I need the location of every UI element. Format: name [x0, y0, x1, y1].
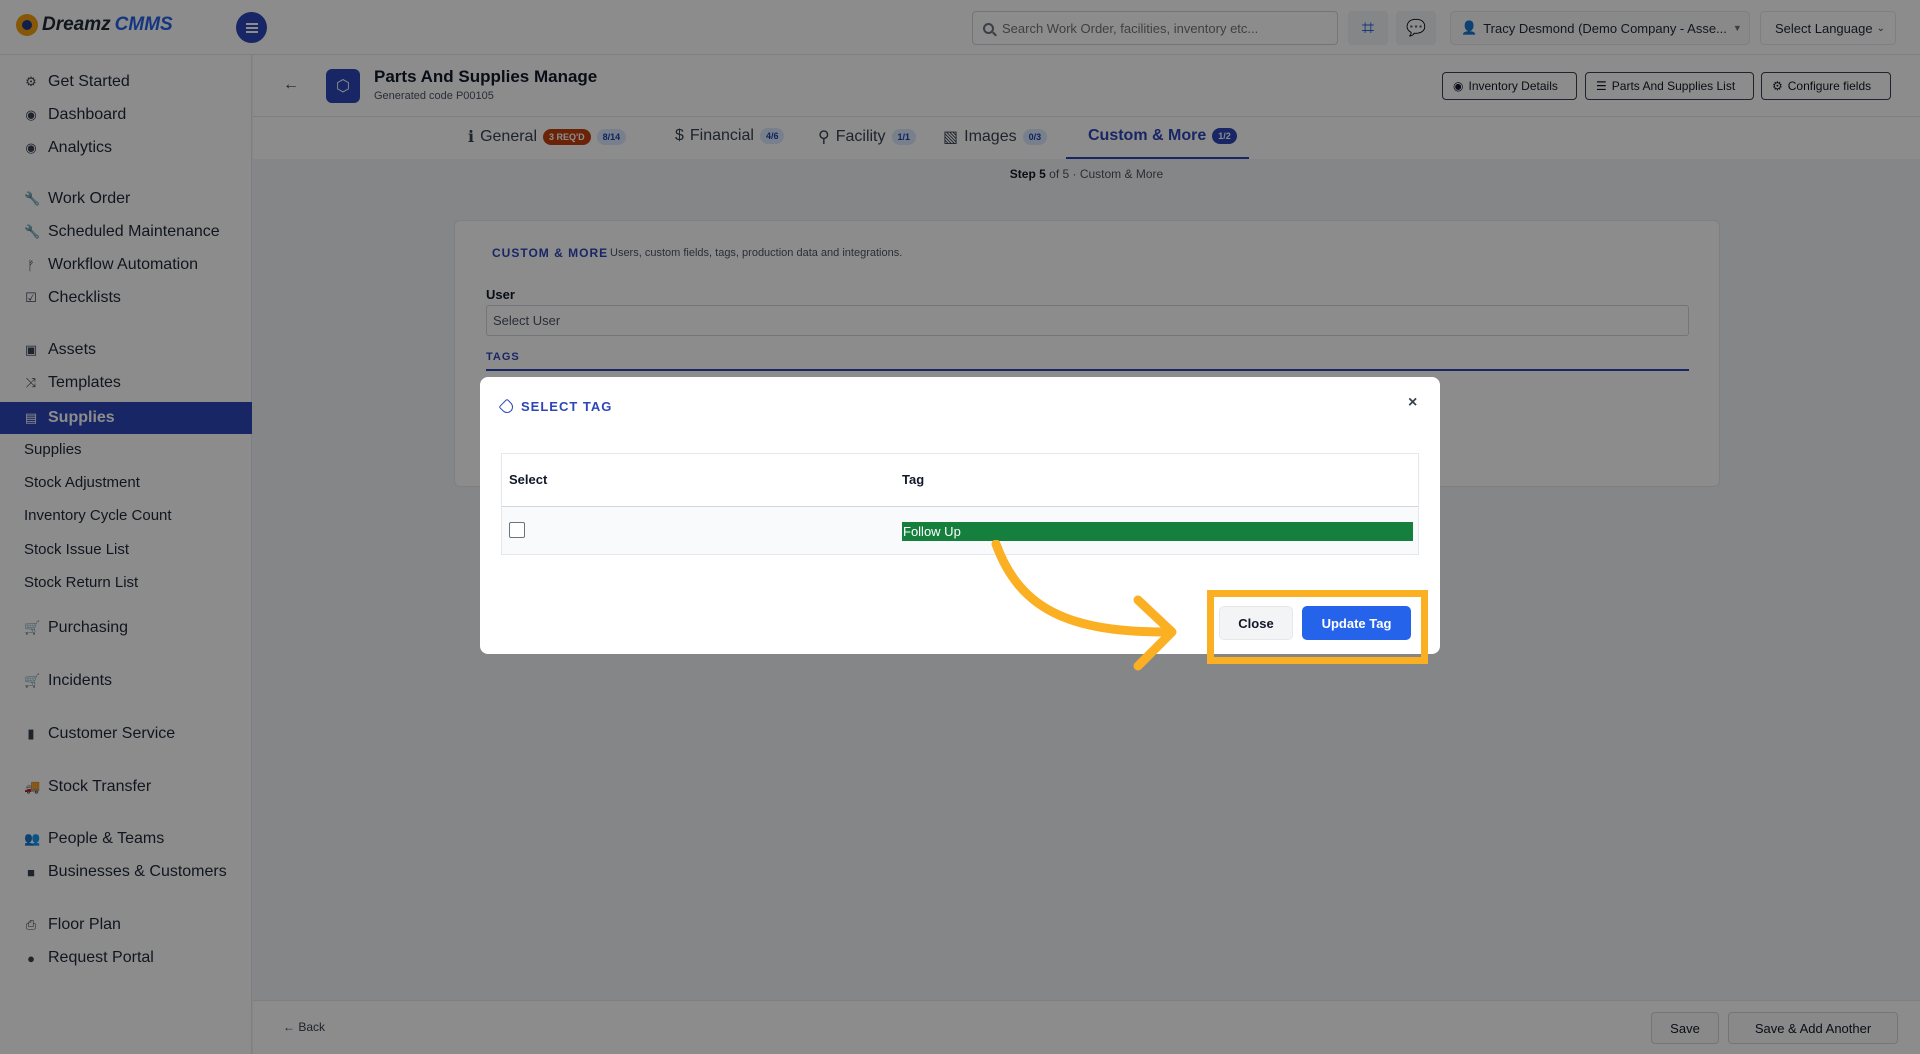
- tag-select-checkbox[interactable]: [509, 522, 525, 538]
- tag-table: Select Tag Follow Up: [501, 453, 1419, 555]
- close-icon[interactable]: ×: [1408, 394, 1417, 412]
- annotation-arrow: [991, 540, 1177, 671]
- table-row: Follow Up: [502, 507, 1418, 554]
- highlight-box: [1207, 590, 1428, 664]
- modal-title: SELECT TAG: [498, 398, 612, 415]
- tag-icon: [498, 398, 516, 415]
- column-header-tag: Tag: [902, 472, 925, 487]
- column-header-select: Select: [509, 472, 548, 487]
- tag-follow-up: Follow Up: [902, 522, 1413, 541]
- table-header: Select Tag: [502, 454, 1418, 507]
